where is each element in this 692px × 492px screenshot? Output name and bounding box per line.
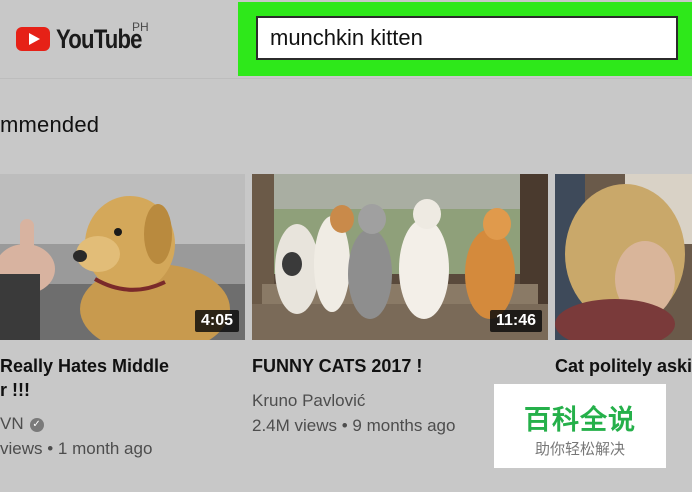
- girl-thumbnail-image: [555, 174, 692, 340]
- watermark-title: 百科全说: [524, 405, 636, 436]
- channel-name[interactable]: Kruno Pavlović: [252, 391, 365, 411]
- watermark-subtitle: 助你轻松解决: [534, 440, 625, 458]
- verified-check-icon: ✓: [29, 417, 44, 432]
- region-code: PH: [132, 20, 149, 34]
- video-title[interactable]: FUNNY CATS 2017 !: [252, 354, 422, 378]
- video-duration: 11:46: [489, 310, 542, 332]
- video-meta: 2.4M views • 9 months ago: [252, 416, 456, 435]
- logo-text: YouTube: [56, 23, 143, 54]
- youtube-play-icon: [16, 27, 50, 51]
- video-thumbnail[interactable]: 11:46: [252, 174, 548, 340]
- video-duration: 4:05: [194, 310, 239, 332]
- video-title[interactable]: Cat politely aski: [555, 354, 692, 378]
- video-title-line-1[interactable]: Really Hates Middle: [0, 354, 169, 378]
- channel-name[interactable]: VN ✓: [0, 414, 44, 434]
- video-title-line-2[interactable]: r !!!: [0, 378, 30, 402]
- video-thumbnail[interactable]: 4:05: [0, 174, 245, 340]
- video-thumbnail[interactable]: [555, 174, 692, 340]
- video-meta: views • 1 month ago: [0, 439, 153, 458]
- channel-name-text[interactable]: VN: [0, 414, 24, 433]
- baike-watermark: 百科全说 助你轻松解决: [494, 384, 666, 468]
- section-title: mmended: [0, 112, 100, 137]
- search-input[interactable]: [256, 16, 678, 60]
- search-highlight: [238, 2, 692, 76]
